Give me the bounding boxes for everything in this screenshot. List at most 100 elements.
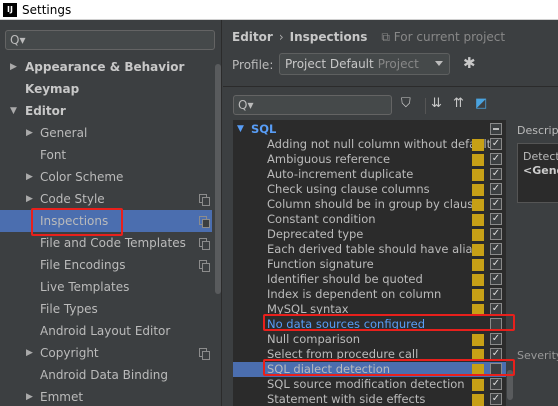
chevron-right-icon[interactable]: ▶ (26, 348, 33, 358)
chevron-down-icon[interactable]: ▼ (237, 124, 244, 134)
sidebar-item-label: Code Style (40, 192, 105, 206)
inspection-label: Auto-increment duplicate (267, 167, 414, 181)
inspection-checkbox[interactable]: ✓ (490, 183, 502, 195)
severity-warning-icon (472, 259, 484, 271)
severity-warning-icon (472, 289, 484, 301)
chevron-down-icon[interactable]: ▼ (10, 106, 17, 116)
inspection-label: Adding not null column without default (267, 137, 492, 151)
sidebar-item-emmet[interactable]: ▶ Emmet (0, 386, 212, 406)
inspection-checkbox[interactable]: ✓ (490, 273, 502, 285)
inspection-row[interactable]: Null comparison ✓ (233, 332, 506, 347)
inspection-label: Constant condition (267, 212, 376, 226)
inspection-row[interactable]: SQL source modification detection ✓ (233, 377, 506, 392)
chevron-down-icon (435, 61, 443, 66)
inspection-row[interactable]: Each derived table should have alias ✓ (233, 242, 506, 257)
severity-warning-icon (472, 154, 484, 166)
sidebar-item-file-encodings[interactable]: File Encodings (0, 254, 212, 276)
inspection-row[interactable]: Constant condition ✓ (233, 212, 506, 227)
sidebar-item-file-types[interactable]: File Types (0, 298, 212, 320)
inspection-row[interactable]: Identifier should be quoted ✓ (233, 272, 506, 287)
settings-search-input[interactable]: Q▾ (5, 30, 215, 50)
gear-icon[interactable]: ✱ (463, 54, 476, 72)
inspection-row[interactable]: Statement with side effects ✓ (233, 392, 506, 406)
inspection-group-label: SQL (251, 122, 277, 136)
chevron-right-icon[interactable]: ▶ (26, 194, 33, 204)
inspection-row[interactable]: Column should be in group by clause ✓ (233, 197, 506, 212)
collapse-all-icon[interactable]: ⇈ (453, 96, 464, 111)
highlight-no-data-sources-box (263, 314, 515, 331)
inspection-checkbox[interactable]: ✓ (490, 153, 502, 165)
inspection-row[interactable]: Function signature ✓ (233, 257, 506, 272)
profile-value: Project Default (285, 57, 374, 71)
inspections-search-input[interactable]: Q▾ (233, 95, 392, 115)
reset-eraser-icon[interactable]: ◩ (475, 96, 487, 111)
sidebar-item-label: Live Templates (40, 280, 130, 294)
breadcrumb-editor[interactable]: Editor (232, 30, 273, 44)
severity-label: Severity: (517, 349, 558, 362)
sidebar-item-label: Appearance & Behavior (25, 60, 185, 74)
project-copy-icon (199, 348, 210, 360)
inspection-checkbox[interactable]: ✓ (490, 198, 502, 210)
sidebar-item-android-layout-editor[interactable]: Android Layout Editor (0, 320, 212, 342)
inspection-row[interactable]: Index is dependent on column ✓ (233, 287, 506, 302)
sidebar-item-keymap[interactable]: Keymap (0, 78, 212, 100)
highlight-sql-dialect-box (263, 359, 515, 376)
inspection-group-sql[interactable]: ▼ SQL (233, 122, 506, 137)
inspection-checkbox[interactable]: ✓ (490, 138, 502, 150)
scrollbar-thumb[interactable] (215, 64, 221, 294)
project-scope-note-text: For current project (393, 30, 506, 44)
description-code: <Generic (523, 164, 558, 177)
severity-warning-icon (472, 394, 484, 406)
sidebar-scrollbar[interactable] (214, 56, 221, 401)
inspection-row[interactable]: Auto-increment duplicate ✓ (233, 167, 506, 182)
filter-icon[interactable]: ⛉ (401, 96, 411, 111)
chevron-right-icon[interactable]: ▶ (10, 62, 17, 72)
chevron-right-icon[interactable]: ▶ (26, 172, 33, 182)
description-box: Detects <Generic (517, 143, 558, 203)
inspection-label: SQL source modification detection (267, 377, 465, 391)
inspection-label: Deprecated type (267, 227, 364, 241)
inspection-row[interactable]: Check using clause columns ✓ (233, 182, 506, 197)
inspection-checkbox[interactable]: ✓ (490, 378, 502, 390)
sidebar-item-live-templates[interactable]: Live Templates (0, 276, 212, 298)
sidebar-item-color-scheme[interactable]: ▶ Color Scheme (0, 166, 212, 188)
group-checkbox[interactable] (490, 123, 502, 135)
severity-warning-icon (472, 379, 484, 391)
sidebar-item-android-data-binding[interactable]: Android Data Binding (0, 364, 212, 386)
sidebar-item-general[interactable]: ▶ General (0, 122, 212, 144)
sidebar-item-label: Font (40, 148, 67, 162)
inspection-row[interactable]: Adding not null column without default ✓ (233, 137, 506, 152)
search-icon: Q▾ (10, 33, 26, 47)
breadcrumb-inspections: Inspections (289, 30, 368, 44)
sidebar-item-editor[interactable]: ▼ Editor (0, 100, 212, 122)
severity-warning-icon (472, 139, 484, 151)
inspection-checkbox[interactable]: ✓ (490, 228, 502, 240)
inspection-row[interactable]: Ambiguous reference ✓ (233, 152, 506, 167)
sidebar-item-label: File and Code Templates (40, 236, 186, 250)
inspection-checkbox[interactable]: ✓ (490, 258, 502, 270)
inspection-checkbox[interactable]: ✓ (490, 168, 502, 180)
chevron-right-icon[interactable]: ▶ (26, 392, 33, 402)
inspection-label: Each derived table should have alias (267, 242, 479, 256)
inspection-checkbox[interactable]: ✓ (490, 213, 502, 225)
severity-warning-icon (472, 229, 484, 241)
description-label: Description (517, 124, 558, 137)
project-copy-icon (199, 260, 210, 272)
inspection-checkbox[interactable]: ✓ (490, 393, 502, 405)
breadcrumb-separator-icon: › (278, 30, 284, 44)
breadcrumb: Editor › Inspections ⧉ For current project (232, 30, 505, 45)
sidebar-item-label: Emmet (40, 390, 84, 404)
inspection-checkbox[interactable]: ✓ (490, 288, 502, 300)
sidebar-item-font[interactable]: Font (0, 144, 212, 166)
sidebar-item-code-style[interactable]: ▶ Code Style (0, 188, 212, 210)
chevron-right-icon[interactable]: ▶ (26, 128, 33, 138)
inspection-checkbox[interactable]: ✓ (490, 243, 502, 255)
sidebar-item-label: Keymap (25, 82, 80, 96)
inspection-row[interactable]: Deprecated type ✓ (233, 227, 506, 242)
inspection-label: Null comparison (267, 332, 361, 346)
expand-all-icon[interactable]: ⇊ (431, 96, 442, 111)
profile-dropdown[interactable]: Project Default Project (279, 53, 450, 75)
sidebar-item-appearance-behavior[interactable]: ▶ Appearance & Behavior (0, 56, 212, 78)
inspection-checkbox[interactable]: ✓ (490, 333, 502, 345)
sidebar-item-copyright[interactable]: ▶ Copyright (0, 342, 212, 364)
